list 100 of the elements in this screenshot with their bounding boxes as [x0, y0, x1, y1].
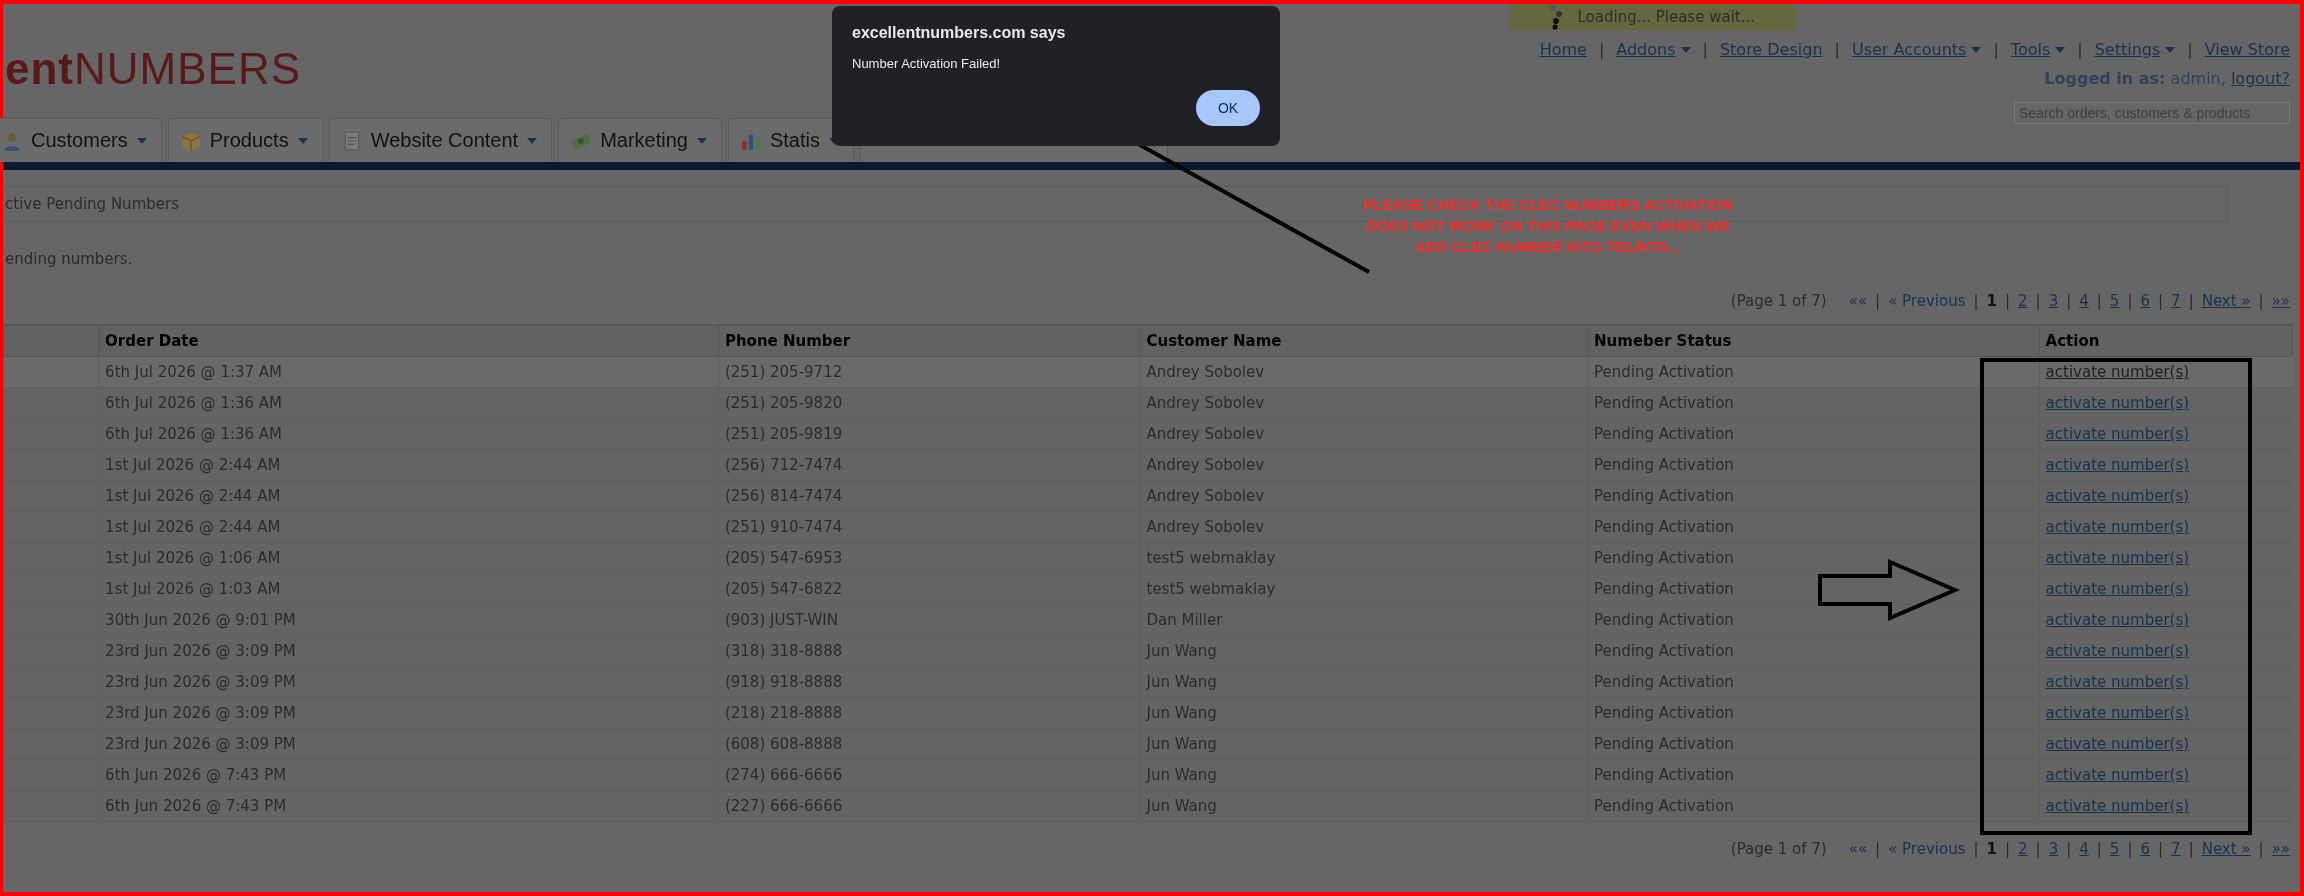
first-page-link[interactable]: ««: [1848, 292, 1868, 310]
previous-page-link[interactable]: « Previous: [1888, 292, 1966, 310]
table-cell: 6th Jul 2026 @ 1:36 AM: [98, 418, 719, 450]
last-page-link[interactable]: »»: [2271, 292, 2290, 310]
table-cell: Andrey Sobolev: [1139, 387, 1588, 419]
page-link[interactable]: 7: [2171, 840, 2181, 858]
separator: |: [2077, 40, 2083, 59]
table-cell: Pending Activation: [1587, 604, 2040, 636]
table-cell: 6th Jul 2026 @ 1:37 AM: [98, 356, 719, 388]
table-cell: 23rd Jun 2026 @ 3:09 PM: [98, 635, 719, 667]
page-link[interactable]: 5: [2109, 840, 2120, 858]
menu-tab[interactable]: Customers: [0, 118, 162, 162]
activate-link[interactable]: activate number(s): [2045, 704, 2190, 722]
separator: |: [1875, 292, 1881, 310]
logo: entNUMBERS: [5, 44, 302, 94]
nav-link[interactable]: Tools: [2010, 40, 2066, 59]
activate-link[interactable]: activate number(s): [2045, 642, 2190, 660]
page-link[interactable]: 7: [2171, 292, 2181, 310]
separator: |: [2066, 840, 2072, 858]
page-link[interactable]: 6: [2140, 292, 2150, 310]
table-cell: Jun Wang: [1139, 697, 1588, 729]
hollow-arrow-icon: [1818, 558, 1961, 622]
page-link[interactable]: 4: [2079, 840, 2089, 858]
activate-link[interactable]: activate number(s): [2045, 456, 2190, 474]
separator: |: [1875, 840, 1881, 858]
page-link[interactable]: 4: [2079, 292, 2089, 310]
ok-button[interactable]: OK: [1196, 90, 1260, 126]
page-link[interactable]: 5: [2109, 292, 2120, 310]
next-page-link[interactable]: Next »: [2201, 840, 2251, 858]
activate-link[interactable]: activate number(s): [2045, 518, 2190, 536]
table-cell: (205) 547-6953: [718, 542, 1140, 574]
table-cell: Jun Wang: [1139, 759, 1588, 791]
separator: |: [2258, 292, 2264, 310]
activate-link[interactable]: activate number(s): [2045, 487, 2190, 505]
page-link[interactable]: 1: [1986, 292, 1997, 310]
activate-link[interactable]: activate number(s): [2045, 673, 2190, 691]
table-cell: 1st Jul 2026 @ 1:06 AM: [98, 542, 719, 574]
first-page-link[interactable]: ««: [1848, 840, 1868, 858]
table-cell: Andrey Sobolev: [1139, 418, 1588, 450]
menu-tab[interactable]: Products: [167, 118, 323, 162]
activate-link[interactable]: activate number(s): [2045, 611, 2190, 629]
nav-link[interactable]: Store Design: [1719, 40, 1823, 59]
table-cell: (251) 910-7474: [718, 511, 1140, 543]
table-cell: Andrey Sobolev: [1139, 356, 1588, 388]
table-cell: Andrey Sobolev: [1139, 480, 1588, 512]
nav-link[interactable]: User Accounts: [1851, 40, 1982, 59]
separator: |: [2096, 840, 2102, 858]
separator: |: [2004, 292, 2011, 310]
breadcrumb[interactable]: ctive Pending Numbers: [3, 195, 179, 213]
table-cell: Jun Wang: [1139, 635, 1588, 667]
table-cell: (903) JUST-WIN: [718, 604, 1140, 636]
loading-notice: Loading... Please wait...: [1509, 4, 1795, 30]
table-cell: (256) 712-7474: [718, 449, 1140, 481]
page-link[interactable]: 3: [2048, 840, 2059, 858]
previous-page-link[interactable]: « Previous: [1888, 840, 1966, 858]
table-cell: (608) 608-8888: [718, 728, 1140, 760]
dialog-title: excellentnumbers.com says: [852, 24, 1067, 42]
nav-link[interactable]: View Store: [2204, 40, 2290, 59]
table-cell: Pending Activation: [1587, 542, 2040, 574]
page-link[interactable]: 3: [2048, 292, 2059, 310]
nav-link[interactable]: Settings: [2094, 40, 2176, 59]
page-link[interactable]: 2: [2018, 292, 2028, 310]
logout-link[interactable]: logout?: [2230, 69, 2290, 88]
separator: |: [2127, 292, 2133, 310]
table-cell: Andrey Sobolev: [1139, 511, 1588, 543]
last-page-link[interactable]: »»: [2271, 840, 2290, 858]
activate-link[interactable]: activate number(s): [2045, 797, 2190, 815]
separator: |: [2187, 40, 2193, 59]
separator: |: [2158, 840, 2164, 858]
separator: |: [2158, 292, 2164, 310]
table-cell: Pending Activation: [1587, 449, 2040, 481]
table-cell: (318) 318-8888: [718, 635, 1140, 667]
page-link[interactable]: 1: [1986, 840, 1997, 858]
table-cell: Pending Activation: [1587, 635, 2040, 667]
menu-tab[interactable]: Statis: [727, 118, 854, 162]
activate-link[interactable]: activate number(s): [2045, 580, 2190, 598]
activate-link[interactable]: activate number(s): [2045, 394, 2190, 412]
next-page-link[interactable]: Next »: [2201, 292, 2251, 310]
table-cell: Pending Activation: [1587, 666, 2040, 698]
nav-link[interactable]: Home: [1539, 40, 1587, 59]
caret-icon: [297, 137, 308, 144]
page-link[interactable]: 2: [2018, 840, 2028, 858]
table-cell: 1st Jul 2026 @ 2:44 AM: [98, 511, 719, 543]
dialog-message: Number Activation Failed!: [852, 56, 1002, 71]
table-cell: 6th Jul 2026 @ 1:36 AM: [98, 387, 719, 419]
page-link[interactable]: 6: [2140, 840, 2150, 858]
activate-link[interactable]: activate number(s): [2045, 735, 2190, 753]
activate-link[interactable]: activate number(s): [2045, 425, 2190, 443]
nav-link[interactable]: Addons: [1616, 40, 1691, 59]
menu-tab[interactable]: Marketing: [558, 118, 722, 162]
separator: |: [1973, 292, 1979, 310]
table-cell: (256) 814-7474: [718, 480, 1140, 512]
table-cell: test5 webmaklay: [1139, 542, 1588, 574]
activate-link[interactable]: activate number(s): [2045, 549, 2190, 567]
activate-link[interactable]: activate number(s): [2045, 766, 2190, 784]
caret-icon: [136, 137, 147, 144]
table-cell: (205) 547-6822: [718, 573, 1140, 605]
table-cell: Andrey Sobolev: [1139, 449, 1588, 481]
menu-tab[interactable]: Website Content: [328, 118, 553, 162]
spinner-icon: [1549, 4, 1564, 30]
